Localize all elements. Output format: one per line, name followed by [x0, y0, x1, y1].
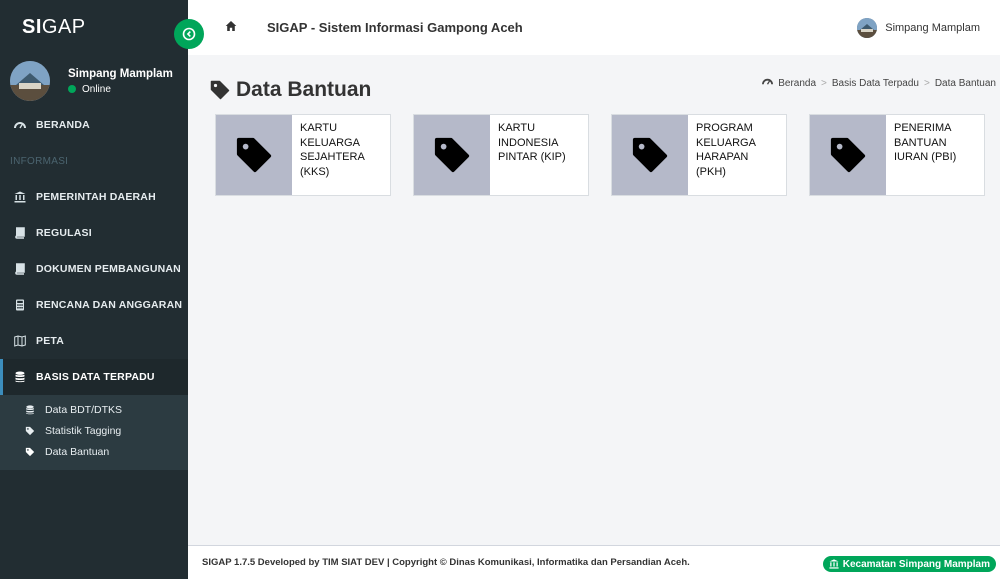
calculator-icon — [14, 299, 26, 311]
info-box-line: IURAN (PBI) — [894, 151, 957, 163]
map-icon — [14, 335, 26, 347]
info-box-line: BANTUAN — [894, 136, 947, 149]
sidebar-item-rencana-dan-anggaran[interactable]: RENCANA DAN ANGGARAN — [0, 287, 188, 323]
footer: SIGAP 1.7.5 Developed by TIM SIAT DEV | … — [188, 545, 1000, 579]
sidebar: SI GAP Simpang Mamplam Online BERANDA IN… — [0, 0, 188, 579]
sidebar-header-informasi: INFORMASI — [10, 155, 69, 167]
sidebar-item-label: PETA — [36, 335, 65, 347]
footer-badge-label: Kecamatan Simpang Mamplam — [842, 558, 990, 570]
tag-icon — [830, 137, 866, 173]
book-icon — [14, 227, 26, 239]
sidebar-item-label: BASIS DATA TERPADU — [36, 371, 155, 383]
breadcrumb-item-data-bantuan: Data Bantuan — [934, 77, 996, 89]
sidebar-item-basis-data-terpadu[interactable]: BASIS DATA TERPADU — [0, 359, 188, 395]
user-avatar — [10, 61, 50, 101]
brand-light: GAP — [41, 16, 86, 38]
info-box-line: PENERIMA — [894, 122, 952, 134]
info-box-line: PINTAR (KIP) — [498, 151, 566, 163]
info-box-icon — [414, 115, 490, 195]
info-box-line: KELUARGA — [696, 136, 756, 149]
info-box-kip[interactable]: KARTU INDONESIA PINTAR (KIP) — [413, 114, 589, 196]
sidebar-item-label: RENCANA DAN ANGGARAN — [36, 299, 183, 311]
top-navbar: SIGAP - Sistem Informasi Gampong Aceh Si… — [174, 0, 1000, 55]
info-box-text: PENERIMA BANTUAN IURAN (PBI) — [886, 115, 964, 195]
user-name: Simpang Mamplam — [68, 67, 173, 80]
sidebar-item-label: PEMERINTAH DAERAH — [36, 191, 156, 203]
user-status-label: Online — [82, 83, 111, 95]
tag-icon — [236, 137, 272, 173]
info-box-kks[interactable]: KARTU KELUARGA SEJAHTERA (KKS) — [215, 114, 391, 196]
book-icon — [14, 263, 26, 275]
sidebar-item-label: DOKUMEN PEMBANGUNAN — [36, 263, 181, 275]
user-menu-name: Simpang Mamplam — [885, 22, 980, 34]
breadcrumb-item-beranda[interactable]: Beranda — [778, 78, 816, 89]
dashboard-icon — [762, 76, 774, 90]
submenu-item-statistik-tagging[interactable]: Statistik Tagging — [0, 420, 188, 441]
info-box-line: SEJAHTERA — [300, 151, 365, 163]
toggle-icon — [182, 27, 196, 41]
footer-location-badge: Kecamatan Simpang Mamplam — [822, 556, 996, 572]
info-box-line: INDONESIA — [498, 136, 559, 149]
info-box-text: KARTU KELUARGA SEJAHTERA (KKS) — [292, 115, 373, 195]
info-box-line: (KKS) — [300, 165, 330, 178]
sidebar-item-dokumen-pembangunan[interactable]: DOKUMEN PEMBANGUNAN — [0, 251, 188, 287]
main-content: Data Bantuan Beranda > Basis Data Terpad… — [188, 55, 1000, 545]
user-menu[interactable]: Simpang Mamplam — [857, 18, 980, 38]
info-box-pbi[interactable]: PENERIMA BANTUAN IURAN (PBI) — [809, 114, 985, 196]
sidebar-item-peta[interactable]: PETA — [0, 323, 188, 359]
breadcrumb-separator: > — [821, 77, 827, 89]
user-status: Online — [68, 84, 173, 95]
user-panel: Simpang Mamplam Online — [0, 55, 188, 107]
info-box-line: KARTU — [498, 122, 536, 134]
submenu-item-data-bantuan[interactable]: Data Bantuan — [0, 441, 188, 462]
breadcrumb-item-basis-data-terpadu[interactable]: Basis Data Terpadu — [832, 78, 919, 89]
tag-icon — [24, 447, 36, 457]
dashboard-icon — [14, 119, 26, 131]
info-box-line: PROGRAM — [696, 122, 753, 134]
page-title: Data Bantuan — [210, 78, 371, 102]
sidebar-item-beranda[interactable]: BERANDA — [0, 107, 188, 143]
sidebar-submenu: Data BDT/DTKS Statistik Tagging Data Ban… — [0, 395, 188, 470]
info-box-pkh[interactable]: PROGRAM KELUARGA HARAPAN (PKH) — [611, 114, 787, 196]
user-avatar — [857, 18, 878, 38]
sidebar-menu: BERANDA INFORMASI PEMERINTAH DAERAH REGU… — [0, 107, 188, 395]
database-icon — [24, 404, 36, 415]
sidebar-item-pemerintah-daerah[interactable]: PEMERINTAH DAERAH — [0, 179, 188, 215]
app-title: SIGAP - Sistem Informasi Gampong Aceh — [267, 20, 523, 35]
tag-icon — [24, 426, 36, 436]
submenu-item-label: Data BDT/DTKS — [45, 403, 123, 416]
bank-icon — [829, 559, 839, 569]
breadcrumb-separator: > — [923, 77, 930, 89]
brand-logo[interactable]: SI GAP — [0, 0, 188, 55]
database-icon — [14, 371, 26, 383]
submenu-item-data-bdt-dtks[interactable]: Data BDT/DTKS — [0, 399, 188, 420]
info-box-line: KELUARGA — [300, 136, 360, 149]
sidebar-toggle-button[interactable] — [174, 19, 204, 49]
tag-icon — [434, 137, 470, 173]
info-box-line: (PKH) — [696, 165, 726, 178]
info-box-text: PROGRAM KELUARGA HARAPAN (PKH) — [688, 115, 764, 195]
brand-bold: SI — [22, 16, 42, 38]
submenu-item-label: Statistik Tagging — [45, 424, 122, 437]
tag-icon — [210, 80, 230, 100]
info-box-icon — [810, 115, 886, 195]
footer-copyright: SIGAP 1.7.5 Developed by TIM SIAT DEV | … — [202, 557, 690, 568]
submenu-item-label: Data Bantuan — [45, 445, 110, 458]
info-box-line: KARTU — [300, 122, 338, 134]
sidebar-item-label: BERANDA — [36, 119, 90, 131]
sidebar-item-regulasi[interactable]: REGULASI — [0, 215, 188, 251]
home-icon[interactable] — [225, 20, 237, 35]
tag-icon — [632, 137, 668, 173]
online-status-icon — [68, 85, 76, 93]
info-box-line: HARAPAN — [696, 151, 749, 163]
info-box-text: KARTU INDONESIA PINTAR (KIP) — [490, 115, 574, 195]
info-box-icon — [216, 115, 292, 195]
breadcrumb: Beranda > Basis Data Terpadu > Data Bant… — [762, 76, 996, 90]
bank-icon — [14, 191, 26, 203]
info-box-icon — [612, 115, 688, 195]
page-title-text: Data Bantuan — [236, 78, 372, 101]
sidebar-item-label: REGULASI — [36, 227, 92, 239]
